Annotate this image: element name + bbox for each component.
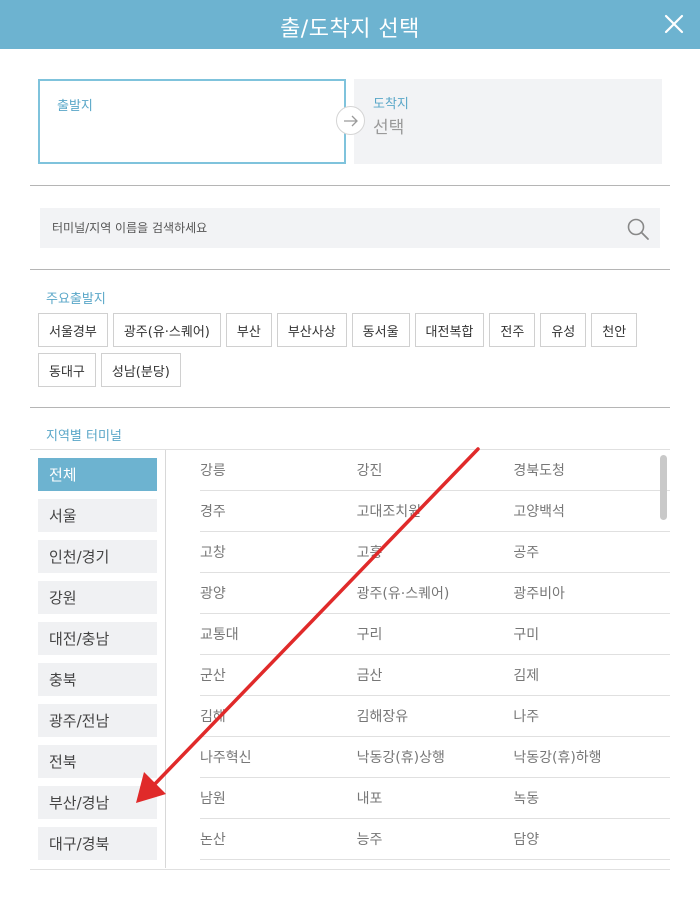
terminal-item[interactable]: 구리 bbox=[357, 624, 514, 644]
search-icon[interactable] bbox=[626, 217, 650, 241]
terminal-item[interactable]: 고대조치원 bbox=[357, 501, 514, 521]
region-tab-jeonbuk[interactable]: 전북 bbox=[38, 745, 157, 778]
departure-field[interactable]: 출발지 bbox=[38, 79, 346, 164]
modal-header: 출/도착지 선택 bbox=[0, 0, 700, 49]
terminal-item[interactable]: 김해장유 bbox=[357, 706, 514, 726]
region-tab-daejeon-chungnam[interactable]: 대전/충남 bbox=[38, 622, 157, 655]
major-departure-chip[interactable]: 동서울 bbox=[351, 313, 410, 347]
region-list: 전체 서울 인천/경기 강원 대전/충남 충북 광주/전남 전북 부산/경남 대… bbox=[38, 458, 157, 868]
major-departure-chip[interactable]: 동대구 bbox=[38, 353, 96, 387]
terminal-item[interactable]: 고흥 bbox=[357, 542, 514, 562]
region-tab-all[interactable]: 전체 bbox=[38, 458, 157, 491]
search-bar bbox=[40, 208, 660, 248]
region-tab-daegu-gyeongbuk[interactable]: 대구/경북 bbox=[38, 827, 157, 860]
terminal-row: 김해 김해장유 나주 bbox=[200, 696, 670, 737]
region-tab-incheon-gyeonggi[interactable]: 인천/경기 bbox=[38, 540, 157, 573]
terminal-item[interactable]: 고양백석 bbox=[513, 501, 670, 521]
terminal-item[interactable]: 광양 bbox=[200, 583, 357, 603]
major-departure-chip[interactable]: 서울경부 bbox=[38, 313, 108, 347]
modal-title: 출/도착지 선택 bbox=[280, 17, 420, 42]
terminal-list-scrollbar[interactable] bbox=[660, 455, 668, 865]
vertical-separator bbox=[165, 450, 166, 868]
major-departure-chip[interactable]: 전주 bbox=[489, 313, 536, 347]
major-departure-chip[interactable]: 유성 bbox=[540, 313, 587, 347]
divider bbox=[30, 869, 670, 870]
terminal-item[interactable]: 공주 bbox=[513, 542, 670, 562]
major-departure-chip[interactable]: 성남(분당) bbox=[100, 353, 181, 387]
terminal-row: 교통대 구리 구미 bbox=[200, 614, 670, 655]
terminal-item[interactable]: 금산 bbox=[357, 665, 514, 685]
terminal-row: 경주 고대조치원 고양백석 bbox=[200, 491, 670, 532]
major-departures-title: 주요출발지 bbox=[46, 292, 106, 307]
terminal-row: 광양 광주(유·스퀘어) 광주비아 bbox=[200, 573, 670, 614]
terminal-item[interactable]: 군산 bbox=[200, 665, 357, 685]
departure-label: 출발지 bbox=[57, 99, 93, 114]
terminal-item[interactable]: 낙동강(휴)하행 bbox=[513, 747, 670, 767]
terminal-item[interactable]: 녹동 bbox=[513, 788, 670, 808]
terminal-item[interactable]: 경북도청 bbox=[513, 460, 670, 480]
terminal-item[interactable]: 광주(유·스퀘어) bbox=[357, 583, 514, 603]
major-departure-chip[interactable]: 광주(유·스퀘어) bbox=[112, 313, 221, 347]
arrival-value: 선택 bbox=[373, 118, 405, 138]
terminal-item[interactable]: 나주혁신 bbox=[200, 747, 357, 767]
terminal-item[interactable]: 낙동강(휴)상행 bbox=[357, 747, 514, 767]
terminal-item[interactable]: 논산 bbox=[200, 829, 357, 849]
major-departure-chip[interactable]: 대전복합 bbox=[414, 313, 485, 347]
terminal-item[interactable]: 김해 bbox=[200, 706, 357, 726]
terminal-item[interactable]: 내포 bbox=[357, 788, 514, 808]
terminal-item[interactable]: 능주 bbox=[357, 829, 514, 849]
regional-terminals-title: 지역별 터미널 bbox=[46, 429, 122, 444]
terminal-row: 고창 고흥 공주 bbox=[200, 532, 670, 573]
divider bbox=[30, 407, 670, 408]
terminal-item[interactable]: 강릉 bbox=[200, 460, 357, 480]
terminal-item[interactable]: 경주 bbox=[200, 501, 357, 521]
major-departure-chip[interactable]: 천안 bbox=[591, 313, 638, 347]
region-tab-gwangju-jeonnam[interactable]: 광주/전남 bbox=[38, 704, 157, 737]
major-departures-list: 서울경부 광주(유·스퀘어) 부산 부산사상 동서울 대전복합 전주 유성 천안… bbox=[38, 313, 638, 387]
terminal-row: 논산 능주 담양 bbox=[200, 819, 670, 860]
divider bbox=[30, 185, 670, 186]
region-tab-gangwon[interactable]: 강원 bbox=[38, 581, 157, 614]
close-icon[interactable] bbox=[660, 10, 688, 38]
arrival-field[interactable]: 도착지 선택 bbox=[354, 79, 662, 164]
terminal-item[interactable]: 광주비아 bbox=[513, 583, 670, 603]
terminal-row: 군산 금산 김제 bbox=[200, 655, 670, 696]
terminal-item[interactable]: 담양 bbox=[513, 829, 670, 849]
divider bbox=[30, 269, 670, 270]
region-tab-busan-gyeongnam[interactable]: 부산/경남 bbox=[38, 786, 157, 819]
swap-arrow-icon bbox=[336, 106, 365, 135]
terminal-list: 강릉 강진 경북도청 경주 고대조치원 고양백석 고창 고흥 공주 광양 광주(… bbox=[200, 450, 670, 868]
search-input[interactable] bbox=[52, 218, 612, 238]
terminal-row: 나주혁신 낙동강(휴)상행 낙동강(휴)하행 bbox=[200, 737, 670, 778]
terminal-row: 강릉 강진 경북도청 bbox=[200, 450, 670, 491]
region-tab-chungbuk[interactable]: 충북 bbox=[38, 663, 157, 696]
terminal-item[interactable]: 나주 bbox=[513, 706, 670, 726]
major-departure-chip[interactable]: 부산사상 bbox=[276, 313, 347, 347]
terminal-item[interactable]: 구미 bbox=[513, 624, 670, 644]
terminal-item[interactable]: 남원 bbox=[200, 788, 357, 808]
region-tab-seoul[interactable]: 서울 bbox=[38, 499, 157, 532]
terminal-item[interactable]: 교통대 bbox=[200, 624, 357, 644]
arrival-label: 도착지 bbox=[373, 97, 409, 112]
terminal-item[interactable]: 김제 bbox=[513, 665, 670, 685]
terminal-item[interactable]: 고창 bbox=[200, 542, 357, 562]
terminal-row: 남원 내포 녹동 bbox=[200, 778, 670, 819]
major-departure-chip[interactable]: 부산 bbox=[225, 313, 272, 347]
terminal-item[interactable]: 강진 bbox=[357, 460, 514, 480]
scrollbar-thumb[interactable] bbox=[660, 455, 667, 520]
